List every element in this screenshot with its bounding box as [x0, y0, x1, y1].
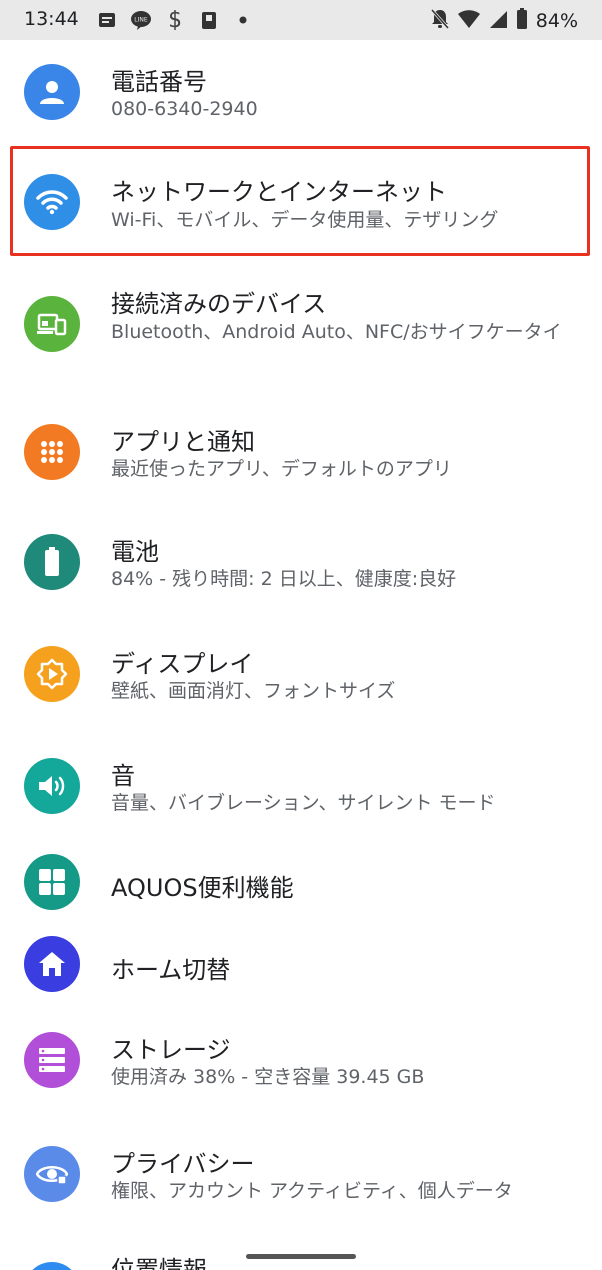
setting-summary: 使用済み 38% - 空き容量 39.45 GB [111, 1066, 425, 1088]
gesture-nav-handle[interactable] [246, 1254, 356, 1259]
status-right-icons: 84% [430, 8, 578, 34]
setting-title: 接続済みのデバイス [111, 290, 327, 318]
aquos-icon [24, 854, 80, 910]
wifi-icon [457, 9, 480, 33]
setting-sound[interactable]: 音 音量、バイブレーション、サイレント モード [0, 734, 602, 838]
dot-icon [232, 9, 254, 31]
setting-title: ストレージ [111, 1036, 231, 1064]
setting-summary: 壁紙、画面消灯、フォントサイズ [111, 680, 396, 702]
setting-battery[interactable]: 電池 84% - 残り時間: 2 日以上、健康度:良好 [0, 510, 602, 614]
apps-grid-icon [24, 424, 80, 480]
home-icon [24, 936, 80, 992]
setting-home-switch[interactable]: ホーム切替 [0, 930, 602, 1000]
setting-aquos[interactable]: AQUOS便利機能 [0, 848, 602, 918]
person-icon [24, 64, 80, 120]
setting-summary: 権限、アカウント アクティビティ、個人データ [111, 1180, 513, 1202]
setting-title: 電池 [111, 538, 159, 566]
setting-summary: 080-6340-2940 [111, 98, 258, 120]
setting-phone-number[interactable]: 電話番号 080-6340-2940 [0, 40, 602, 144]
privacy-eye-icon [24, 1146, 80, 1202]
setting-summary: 84% - 残り時間: 2 日以上、健康度:良好 [111, 568, 457, 590]
setting-title: 位置情報 [111, 1256, 207, 1270]
brightness-icon [24, 646, 80, 702]
message-icon [96, 9, 118, 31]
setting-summary: Bluetooth、Android Auto、NFC/おサイフケータイ [111, 321, 562, 343]
storage-icon [24, 1032, 80, 1088]
status-bar: 13:44 LINE S 84% [0, 0, 602, 40]
setting-summary: 最近使ったアプリ、デフォルトのアプリ [111, 458, 452, 480]
status-time: 13:44 [24, 8, 79, 30]
location-icon [24, 1262, 80, 1270]
battery-icon [516, 8, 528, 34]
setting-privacy[interactable]: プライバシー 権限、アカウント アクティビティ、個人データ [0, 1124, 602, 1228]
battery-icon [24, 534, 80, 590]
highlight-frame [10, 146, 590, 256]
setting-location[interactable]: 位置情報 [0, 1236, 602, 1270]
battery-percent: 84% [535, 10, 578, 32]
setting-summary: 音量、バイブレーション、サイレント モード [111, 792, 496, 814]
notifications-off-icon [430, 8, 450, 34]
setting-title: AQUOS便利機能 [111, 874, 294, 902]
setting-title: ディスプレイ [111, 650, 254, 678]
s-app-icon: S [164, 9, 186, 31]
notification-icons: LINE S [96, 9, 254, 31]
line-icon: LINE [130, 9, 152, 31]
setting-storage[interactable]: ストレージ 使用済み 38% - 空き容量 39.45 GB [0, 1012, 602, 1116]
signal-icon [488, 9, 508, 33]
setting-title: 電話番号 [111, 68, 207, 96]
volume-icon [24, 758, 80, 814]
svg-text:LINE: LINE [134, 17, 148, 24]
setting-title: アプリと通知 [111, 428, 255, 456]
setting-title: プライバシー [111, 1150, 255, 1178]
setting-apps-notifications[interactable]: アプリと通知 最近使ったアプリ、デフォルトのアプリ [0, 400, 602, 504]
setting-display[interactable]: ディスプレイ 壁紙、画面消灯、フォントサイズ [0, 622, 602, 726]
setting-connected-devices[interactable]: 接続済みのデバイス Bluetooth、Android Auto、NFC/おサイ… [0, 270, 602, 386]
setting-title: ホーム切替 [111, 956, 231, 984]
devices-icon [24, 296, 80, 352]
setting-title: 音 [111, 762, 135, 790]
clipboard-icon [198, 9, 220, 31]
